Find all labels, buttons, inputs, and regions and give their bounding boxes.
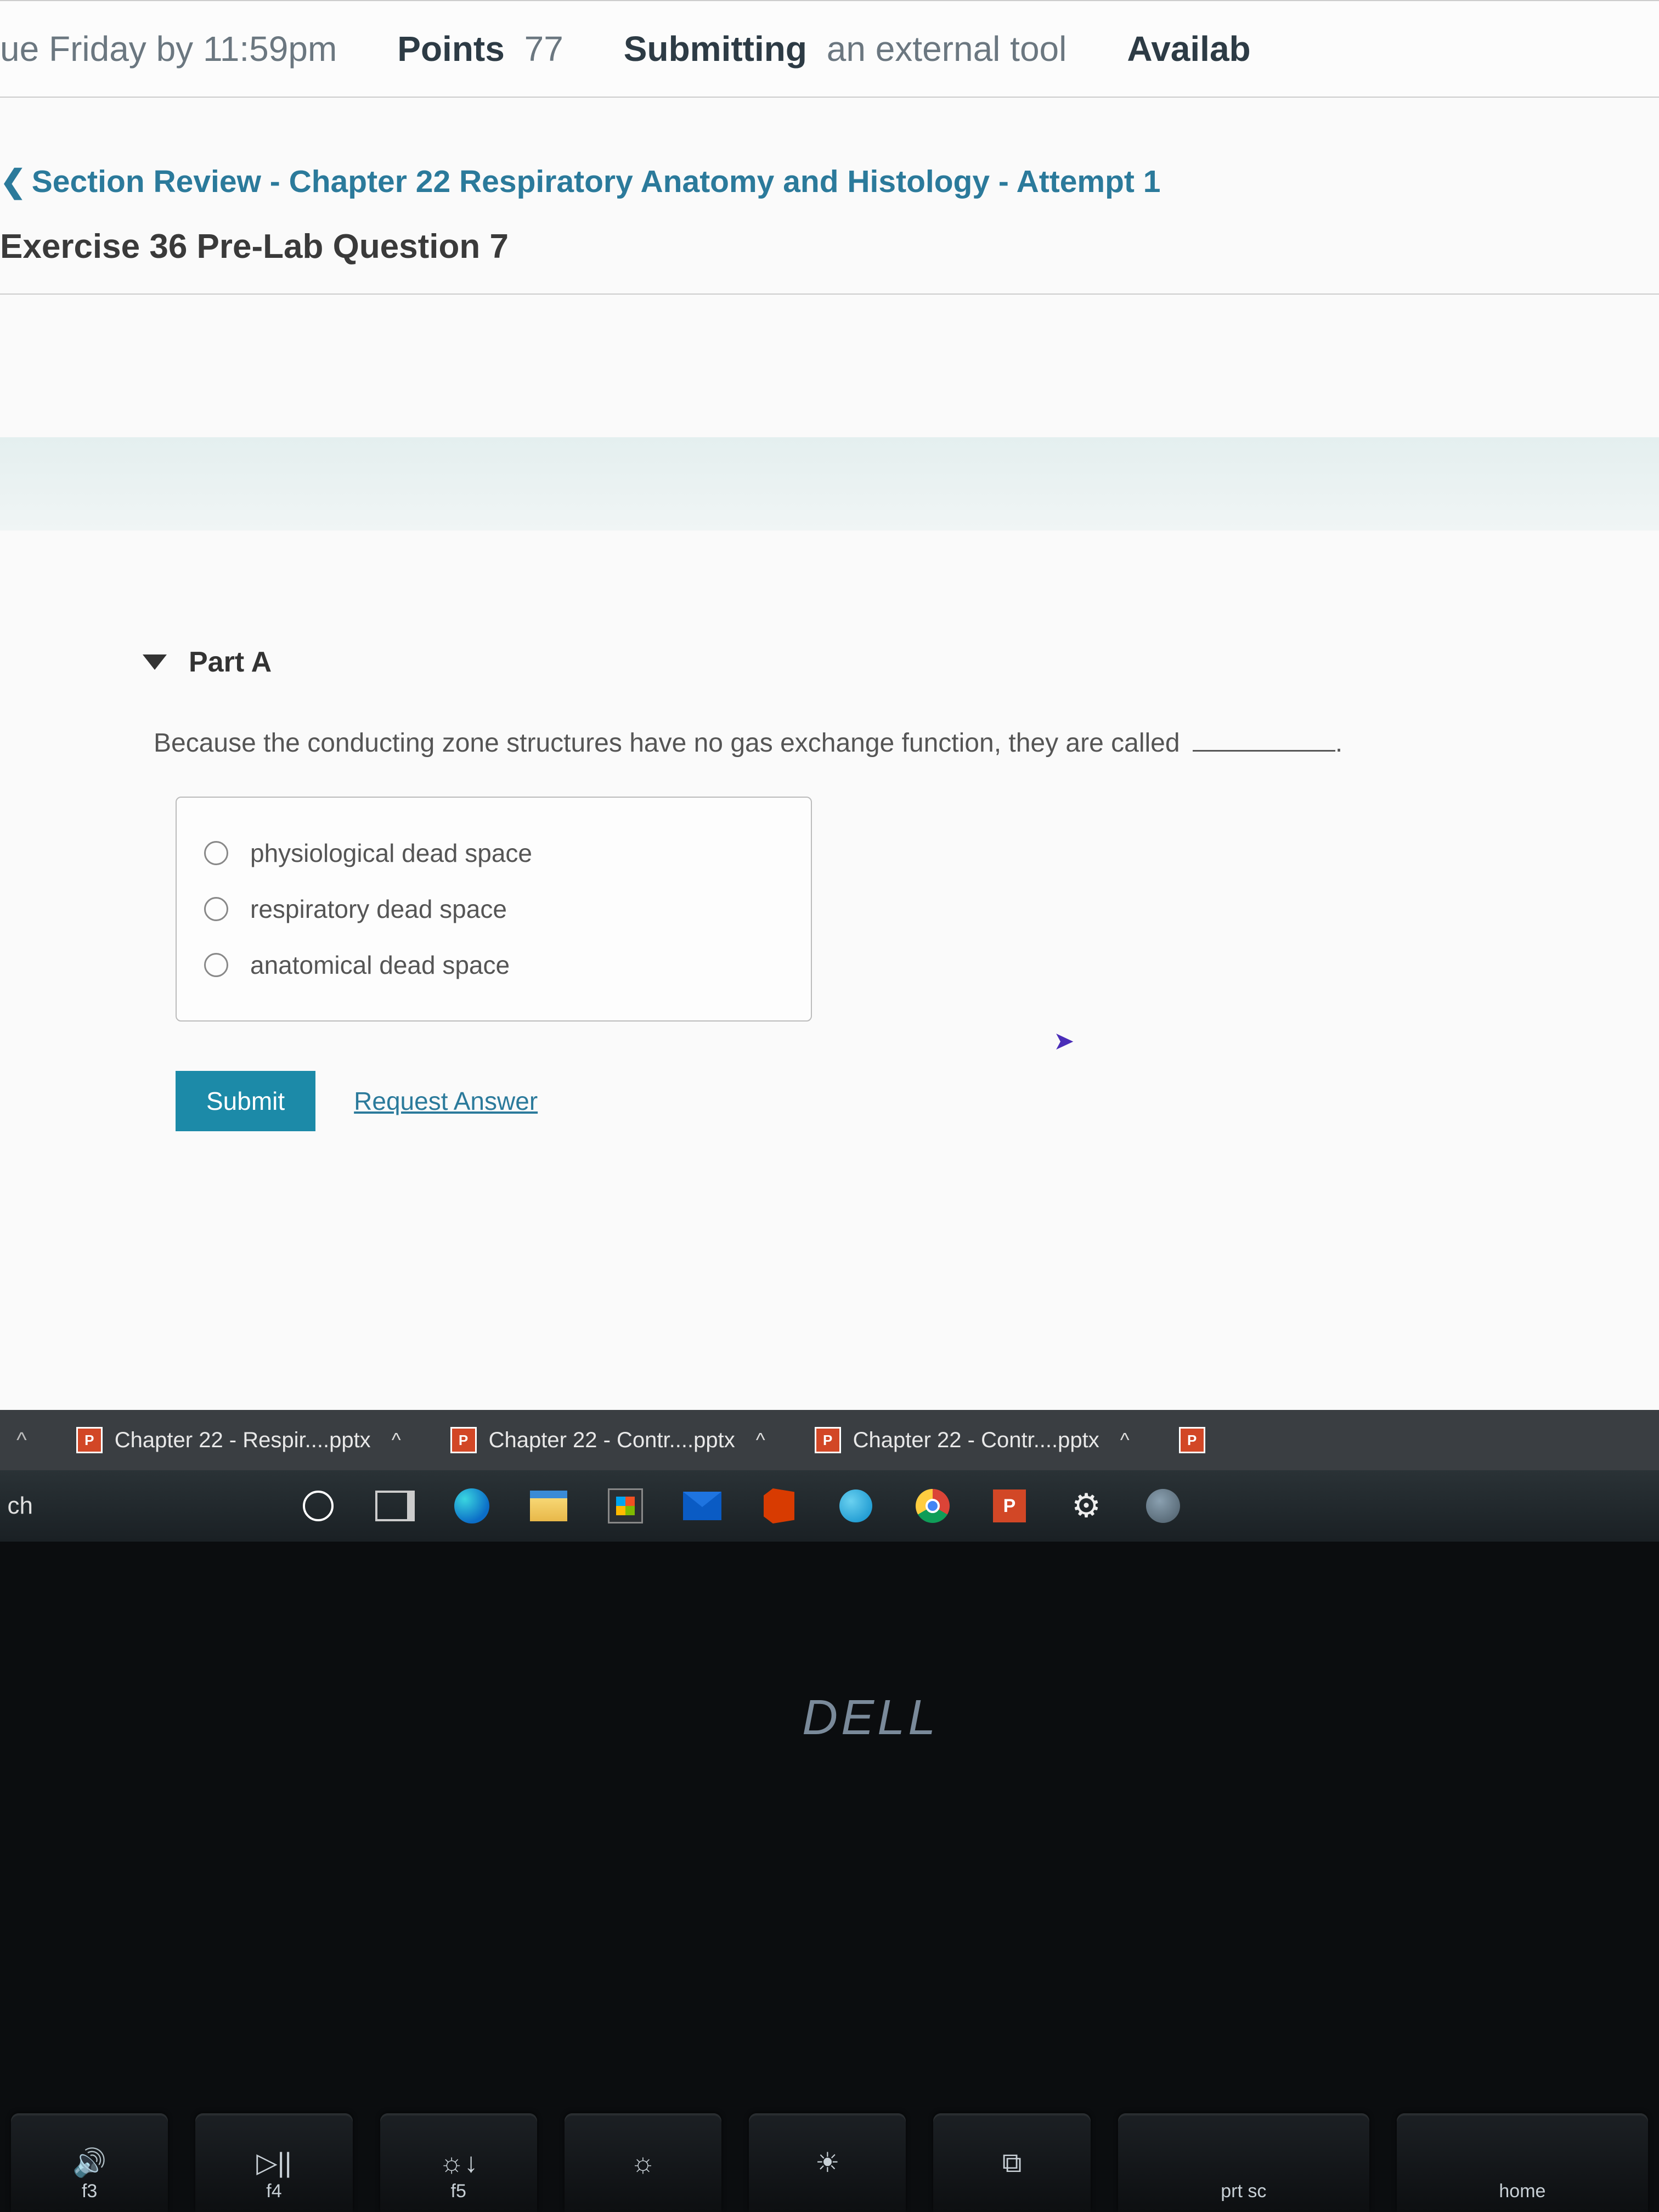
download-item-1[interactable]: P Chapter 22 - Respir....pptx ^ [76, 1427, 401, 1453]
key-prtsc[interactable]: prt sc [1118, 2113, 1369, 2212]
download-filename: Chapter 22 - Contr....pptx [853, 1428, 1099, 1453]
option-label: anatomical dead space [250, 950, 510, 980]
office-icon[interactable] [757, 1484, 801, 1528]
submitting-value: an external tool [827, 29, 1067, 69]
key-brightness-up[interactable]: ☀ [749, 2113, 906, 2212]
chevron-left-icon: ❮ [0, 164, 26, 199]
part-a-toggle[interactable]: Part A [143, 646, 1527, 679]
microsoft-store-icon[interactable] [603, 1484, 647, 1528]
download-item-3[interactable]: P Chapter 22 - Contr....pptx ^ [815, 1427, 1130, 1453]
chevron-up-icon[interactable]: ^ [392, 1429, 401, 1452]
key-label: F5 [451, 2181, 466, 2202]
windows-taskbar: ch P ⚙ [0, 1470, 1659, 1542]
option-3[interactable]: anatomical dead space [204, 937, 783, 993]
points-value: 77 [524, 29, 563, 69]
display-switch-icon: ⧉ [1002, 2147, 1022, 2179]
option-label: respiratory dead space [250, 894, 507, 924]
powerpoint-icon: P [450, 1427, 477, 1453]
option-2[interactable]: respiratory dead space [204, 881, 783, 937]
question-prompt: Because the conducting zone structures h… [154, 729, 1180, 758]
option-1[interactable]: physiological dead space [204, 825, 783, 881]
powerpoint-icon: P [1179, 1427, 1205, 1453]
download-filename: Chapter 22 - Respir....pptx [115, 1428, 371, 1453]
part-label: Part A [189, 646, 272, 679]
radio-icon[interactable] [204, 897, 228, 921]
due-value: Friday by 11:59pm [49, 29, 337, 69]
brightness-up-icon: ☀ [815, 2147, 840, 2179]
key-home[interactable]: home [1397, 2113, 1648, 2212]
download-item-2[interactable]: P Chapter 22 - Contr....pptx ^ [450, 1427, 765, 1453]
assignment-header: ue Friday by 11:59pm Points 77 Submittin… [0, 0, 1659, 98]
settings-icon[interactable]: ⚙ [1064, 1484, 1108, 1528]
chevron-up-icon[interactable]: ^ [1120, 1429, 1130, 1452]
download-filename: Chapter 22 - Contr....pptx [489, 1428, 735, 1453]
answer-options: physiological dead space respiratory dea… [176, 797, 812, 1022]
powerpoint-taskbar-icon[interactable]: P [988, 1484, 1031, 1528]
volume-icon: 🔊 [72, 2147, 106, 2179]
caret-down-icon [143, 654, 167, 670]
camera-icon[interactable] [1141, 1484, 1185, 1528]
brightness-icon: ☼ [630, 2147, 656, 2179]
dell-logo: DELL [802, 1690, 939, 1746]
mail-icon[interactable] [680, 1484, 724, 1528]
chrome-icon[interactable] [911, 1484, 955, 1528]
key-brightness[interactable]: ☼ [565, 2113, 721, 2212]
key-display[interactable]: ⧉ [933, 2113, 1090, 2212]
key-f5[interactable]: ☼↓ F5 [380, 2113, 537, 2212]
edge-icon[interactable] [450, 1484, 494, 1528]
action-row: Submit Request Answer [176, 1071, 1527, 1131]
section-review-link[interactable]: ❮Section Review - Chapter 22 Respiratory… [0, 98, 1659, 216]
file-explorer-icon[interactable] [527, 1484, 571, 1528]
key-f3[interactable]: 🔊 F3 [11, 2113, 168, 2212]
availability-label: Availab [1127, 29, 1250, 69]
part-a-section: Part A Because the conducting zone struc… [0, 531, 1659, 1131]
info-banner [0, 437, 1659, 531]
search-box-fragment[interactable]: ch [0, 1470, 38, 1542]
key-f4[interactable]: ▷|| F4 [195, 2113, 352, 2212]
key-label: prt sc [1221, 2181, 1266, 2202]
keyboard-row: 🔊 F3 ▷|| F4 ☼↓ F5 ☼ ☀ ⧉ prt sc home [11, 2086, 1648, 2212]
downloads-bar: ^ P Chapter 22 - Respir....pptx ^ P Chap… [0, 1410, 1659, 1470]
fill-blank-line [1193, 750, 1335, 752]
radio-icon[interactable] [204, 841, 228, 865]
due-field: ue Friday by 11:59pm [0, 29, 337, 69]
app-icon[interactable] [834, 1484, 878, 1528]
download-item-4[interactable]: P [1179, 1427, 1205, 1453]
section-nav-text: Section Review - Chapter 22 Respiratory … [32, 164, 1161, 199]
key-label: home [1499, 2181, 1545, 2202]
exercise-title: Exercise 36 Pre-Lab Question 7 [0, 216, 1659, 295]
option-label: physiological dead space [250, 838, 532, 868]
play-pause-icon: ▷|| [256, 2147, 291, 2179]
submit-button[interactable]: Submit [176, 1071, 315, 1131]
collapse-downloads-icon[interactable]: ^ [16, 1428, 27, 1453]
key-label: F3 [82, 2181, 97, 2202]
chevron-up-icon[interactable]: ^ [756, 1429, 765, 1452]
due-label-fragment: ue [0, 29, 39, 69]
key-label: F4 [266, 2181, 281, 2202]
submitting-field: Submitting an external tool [624, 29, 1067, 69]
cortana-icon[interactable] [296, 1484, 340, 1528]
task-view-icon[interactable] [373, 1484, 417, 1528]
radio-icon[interactable] [204, 953, 228, 977]
points-label: Points [397, 29, 505, 69]
points-field: Points 77 [397, 29, 563, 69]
question-text: Because the conducting zone structures h… [143, 728, 1527, 758]
brightness-down-icon: ☼↓ [439, 2147, 478, 2179]
powerpoint-icon: P [76, 1427, 103, 1453]
mouse-cursor-icon: ➤ [1053, 1026, 1075, 1056]
request-answer-link[interactable]: Request Answer [354, 1086, 538, 1116]
powerpoint-icon: P [815, 1427, 841, 1453]
submitting-label: Submitting [624, 29, 807, 69]
